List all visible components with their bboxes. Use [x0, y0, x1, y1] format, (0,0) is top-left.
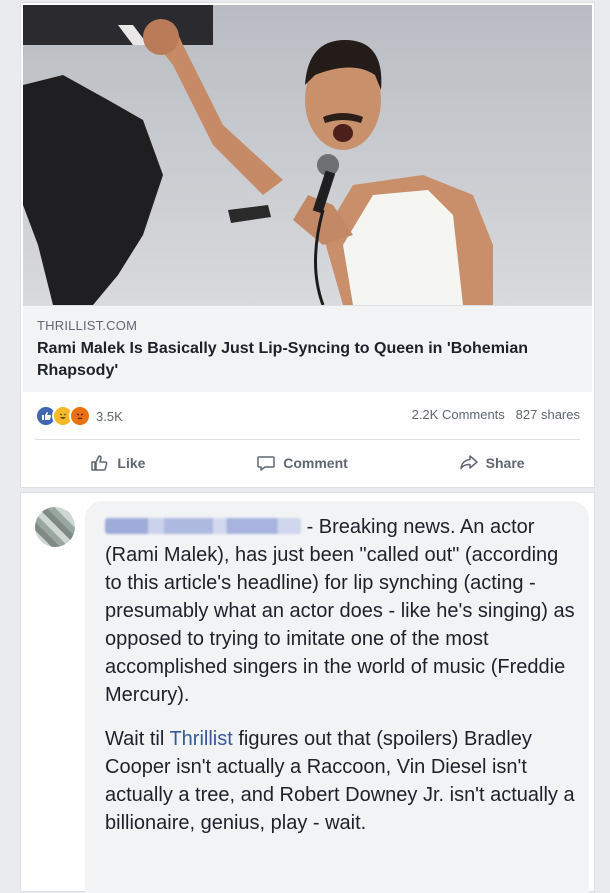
share-button[interactable]: Share — [459, 453, 525, 473]
thrillist-link[interactable]: Thrillist — [169, 728, 232, 750]
engagement-counts: 2.2K Comments 827 shares — [412, 407, 580, 422]
reactions-summary[interactable]: 3.5K — [35, 405, 123, 427]
comment-paragraph-1: - Breaking news. An actor (Rami Malek), … — [105, 513, 575, 709]
angry-icon — [69, 405, 91, 427]
link-source: THRILLIST.COM — [37, 318, 138, 333]
like-label: Like — [117, 455, 146, 471]
link-headline[interactable]: Rami Malek Is Basically Just Lip-Syncing… — [37, 338, 537, 382]
shares-count[interactable]: 827 shares — [516, 407, 580, 422]
link-preview[interactable]: THRILLIST.COM Rami Malek Is Basically Ju… — [23, 305, 592, 392]
share-label: Share — [485, 455, 525, 471]
shared-post-card: THRILLIST.COM Rami Malek Is Basically Ju… — [20, 2, 595, 488]
reaction-count: 3.5K — [96, 408, 123, 424]
thumbs-up-icon — [91, 455, 108, 471]
comment-button[interactable]: Comment — [256, 453, 348, 473]
divider — [35, 439, 580, 440]
like-button[interactable]: Like — [90, 453, 145, 473]
post-photo[interactable] — [23, 5, 592, 305]
post-actions: Like Comment Share — [35, 445, 580, 481]
comment-text-2a: Wait til — [105, 728, 170, 750]
comments-count[interactable]: 2.2K Comments — [412, 407, 505, 422]
commenter-avatar[interactable] — [35, 507, 75, 547]
performer-photo-illustration — [23, 5, 592, 305]
comment-section: - Breaking news. An actor (Rami Malek), … — [20, 492, 595, 893]
comment-icon — [257, 456, 275, 471]
comment-text-1: - Breaking news. An actor (Rami Malek), … — [105, 516, 575, 706]
comment-bubble: - Breaking news. An actor (Rami Malek), … — [85, 501, 589, 893]
comment-label: Comment — [283, 455, 348, 471]
comment-paragraph-2: Wait til Thrillist figures out that (spo… — [105, 725, 575, 837]
post-stats: 3.5K 2.2K Comments 827 shares — [35, 405, 580, 427]
share-arrow-icon — [459, 455, 478, 470]
commenter-name-redacted[interactable] — [105, 518, 301, 534]
